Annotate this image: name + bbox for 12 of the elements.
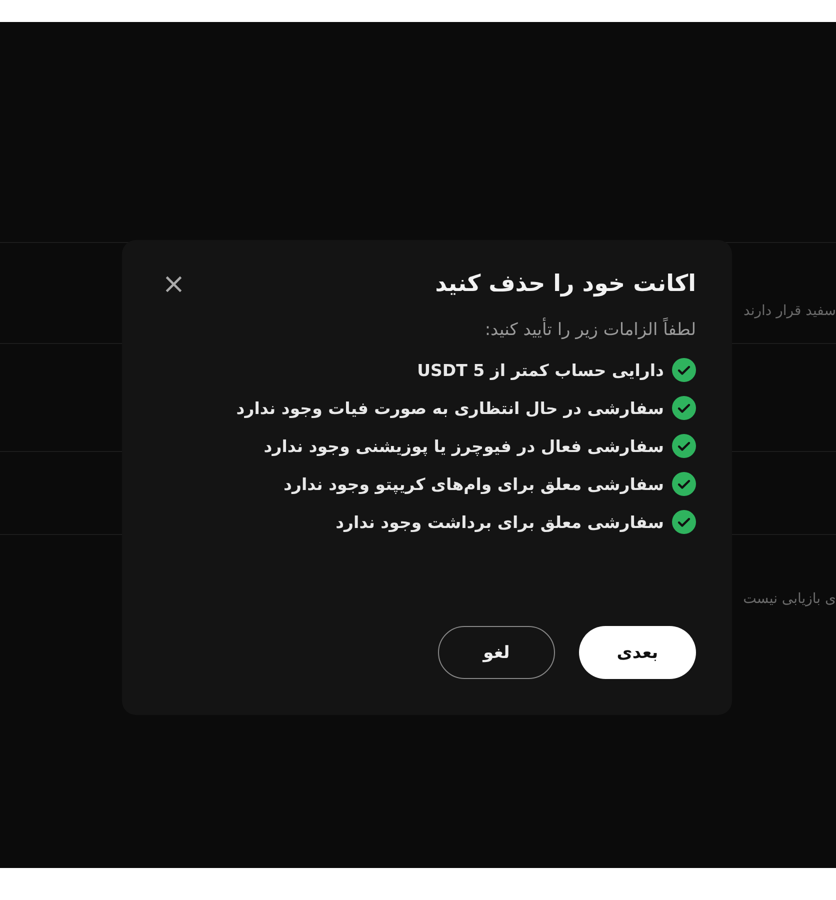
next-button[interactable]: بعدی [579, 626, 696, 679]
requirement-text: سفارشی فعال در فیوچرز یا پوزیشنی وجود ندارد [264, 436, 664, 456]
background-text: سفید قرار دارند [744, 303, 836, 319]
requirement-text: سفارشی معلق برای برداشت وجود ندارد [336, 512, 664, 532]
requirement-text: سفارشی در حال انتظاری به صورت فیات وجود ندارد [236, 398, 664, 418]
requirement-text: دارایی حساب کمتر از 5 USDT [417, 360, 664, 380]
dialog-subtitle: لطفاً الزامات زیر را تأیید کنید: [158, 320, 696, 340]
requirement-text: سفارشی معلق برای وام‌های کریپتو وجود ندارد [284, 474, 664, 494]
close-button[interactable]: × [158, 270, 190, 298]
dialog-title: اکانت خود را حذف کنید [435, 271, 696, 297]
cancel-button[interactable]: لغو [438, 626, 555, 679]
background-text: ی بازیابی نیست [743, 591, 836, 607]
